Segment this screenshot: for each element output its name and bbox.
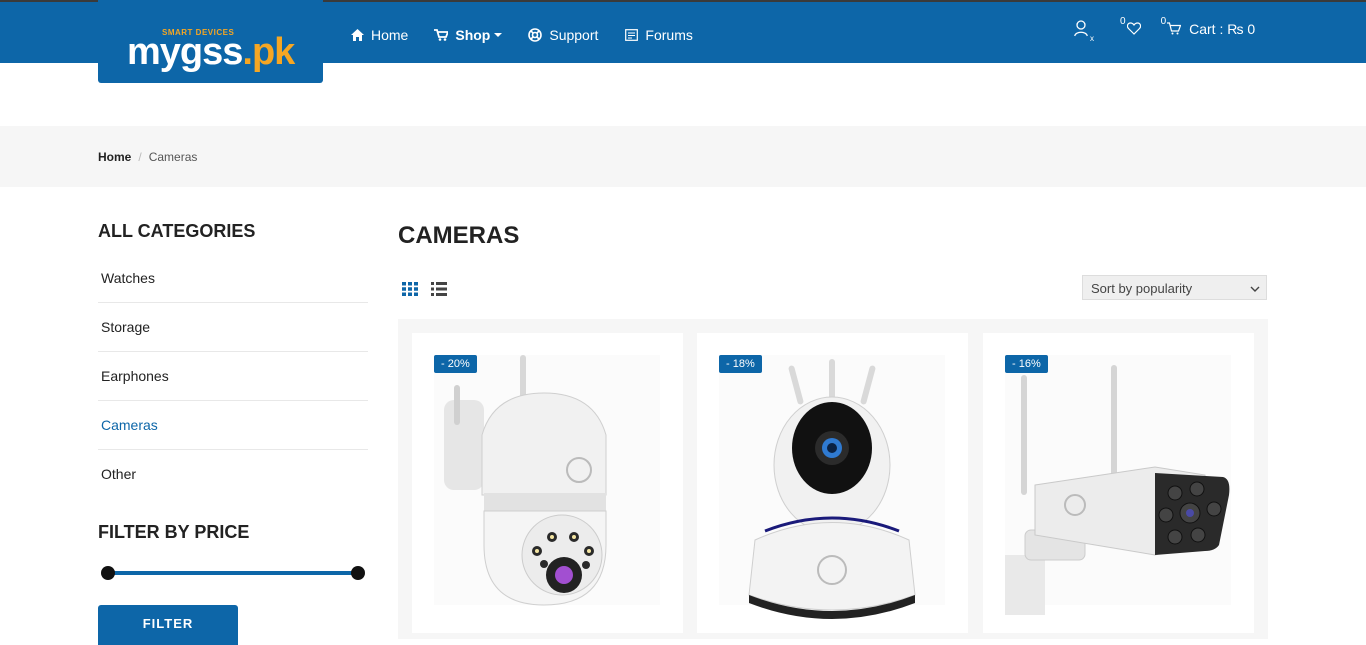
breadcrumb-current: Cameras — [148, 150, 198, 164]
filter-button[interactable]: FILTER — [98, 605, 238, 645]
category-item-watches[interactable]: Watches — [98, 254, 368, 303]
breadcrumb-bar — [0, 126, 1366, 187]
wishlist-icon[interactable] — [1126, 22, 1141, 35]
discount-badge: - 18% — [719, 355, 762, 373]
price-slider-max-handle[interactable] — [351, 566, 365, 580]
price-filter-heading: FILTER BY PRICE — [98, 522, 250, 542]
product-card[interactable]: - 18% — [697, 333, 968, 633]
nav-shop[interactable]: Shop — [434, 27, 503, 43]
logo-text[interactable]: mygss.pk — [127, 30, 295, 74]
wishlist-count: 0 — [1120, 16, 1126, 27]
price-slider-track[interactable] — [108, 571, 358, 575]
account-sub-icon: x — [1090, 34, 1094, 43]
category-item-other[interactable]: Other — [98, 450, 368, 499]
nav-forums-label: Forums — [645, 27, 693, 43]
category-item-storage[interactable]: Storage — [98, 303, 368, 352]
nav-home[interactable]: Home — [350, 27, 408, 43]
page-title: CAMERAS — [398, 222, 520, 249]
home-icon — [350, 28, 364, 42]
main-nav: Home Shop Support Forums — [350, 27, 719, 43]
product-grid: - 20% - 18% - 16% — [398, 319, 1268, 639]
category-item-earphones[interactable]: Earphones — [98, 352, 368, 401]
cart-count: 0 — [1160, 16, 1167, 27]
category-item-cameras[interactable]: Cameras — [98, 401, 368, 450]
breadcrumb: Home / Cameras — [98, 150, 197, 164]
cart-total[interactable]: Cart : ₨ 0 — [1189, 21, 1255, 37]
breadcrumb-home[interactable]: Home — [98, 150, 131, 164]
cart-icon — [434, 28, 449, 42]
lifebuoy-icon — [528, 28, 543, 42]
chevron-down-icon — [494, 33, 503, 37]
product-image[interactable] — [719, 355, 945, 619]
sort-select[interactable]: Sort by popularity — [1082, 275, 1267, 300]
nav-support[interactable]: Support — [528, 27, 598, 43]
product-card[interactable]: - 20% — [412, 333, 683, 633]
breadcrumb-separator: / — [138, 150, 142, 164]
discount-badge: - 20% — [434, 355, 477, 373]
sort-select-value: Sort by popularity — [1091, 281, 1193, 296]
header-actions: x 0 0 Cart : ₨ 0 — [1074, 16, 1255, 43]
forum-icon — [624, 28, 638, 42]
nav-support-label: Support — [549, 27, 599, 43]
grid-view-icon[interactable] — [402, 282, 418, 296]
product-card[interactable]: - 16% — [983, 333, 1254, 633]
category-list: Watches Storage Earphones Cameras Other — [98, 254, 368, 499]
discount-badge: - 16% — [1005, 355, 1048, 373]
nav-forums[interactable]: Forums — [624, 27, 693, 43]
categories-heading: ALL CATEGORIES — [98, 221, 256, 241]
product-image[interactable] — [434, 355, 660, 606]
product-image[interactable] — [1005, 355, 1231, 615]
nav-home-label: Home — [371, 27, 409, 43]
list-view-icon[interactable] — [431, 282, 447, 296]
price-slider-min-handle[interactable] — [101, 566, 115, 580]
chevron-down-icon — [1250, 282, 1260, 297]
account-icon[interactable]: x — [1074, 20, 1094, 43]
nav-shop-label: Shop — [455, 27, 491, 43]
cart-icon[interactable] — [1167, 22, 1182, 35]
